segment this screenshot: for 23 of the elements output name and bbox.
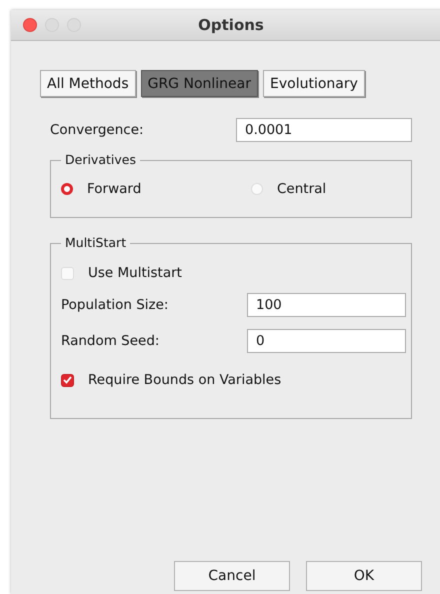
field-label: Population Size: xyxy=(61,297,170,313)
radio-label: Forward xyxy=(87,181,142,197)
window-title: Options xyxy=(198,16,264,34)
zoom-button[interactable] xyxy=(67,18,81,32)
minimize-button[interactable] xyxy=(45,18,59,32)
field-label: Random Seed: xyxy=(61,333,160,349)
tab[interactable]: Evolutionary xyxy=(263,70,365,97)
input-field[interactable]: 0 xyxy=(247,329,406,353)
tab[interactable]: All Methods xyxy=(40,70,136,97)
tab[interactable]: GRG Nonlinear xyxy=(140,70,258,97)
radio-button[interactable] xyxy=(61,183,73,195)
group-title: Derivatives xyxy=(61,152,140,167)
radio-label: Central xyxy=(277,181,326,197)
close-button[interactable] xyxy=(23,18,37,32)
convergence-field[interactable]: 0.0001 xyxy=(236,118,412,142)
checkbox-label: Use Multistart xyxy=(88,265,182,281)
group-title: MultiStart xyxy=(61,235,130,250)
field-label: Convergence: xyxy=(50,122,145,138)
checkbox-label: Require Bounds on Variables xyxy=(88,372,282,388)
input-field[interactable]: 100 xyxy=(247,293,406,317)
dialog-button[interactable]: OK xyxy=(306,561,422,591)
dialog-button[interactable]: Cancel xyxy=(174,561,290,591)
checkbox[interactable] xyxy=(61,374,74,386)
